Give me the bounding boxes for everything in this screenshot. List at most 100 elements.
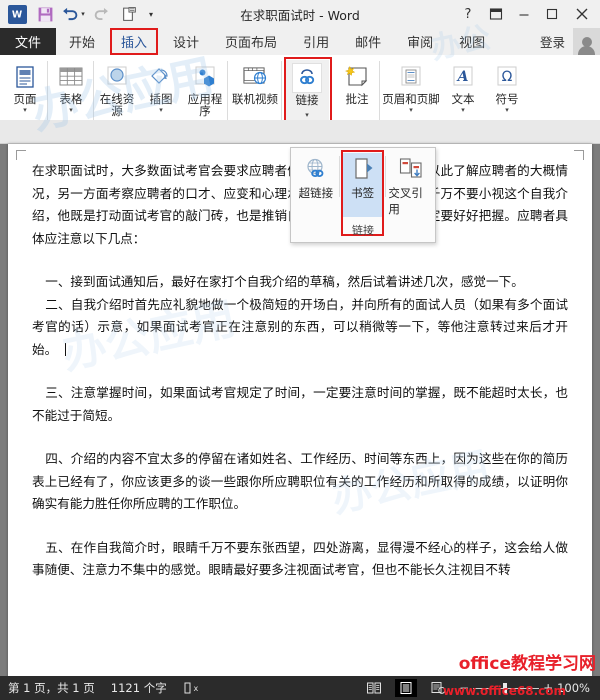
table-label: 表格 xyxy=(59,92,83,106)
cross-reference-label: 交叉引用 xyxy=(388,186,423,216)
chevron-down-icon[interactable]: ▾ xyxy=(159,106,163,114)
online-resource-icon xyxy=(102,62,132,92)
tab-review[interactable]: 审阅 xyxy=(394,28,446,55)
tab-view[interactable]: 视图 xyxy=(446,28,498,55)
view-print-layout[interactable] xyxy=(395,679,418,697)
chevron-down-icon[interactable]: ▾ xyxy=(69,106,73,114)
signin-link[interactable]: 登录 xyxy=(532,32,573,51)
word-app-icon: W xyxy=(4,2,30,26)
bookmark-icon xyxy=(348,155,378,183)
paragraph: 四、介绍的内容不宜太多的停留在诸如姓名、工作经历、时间等东西上，因为这些在你的简… xyxy=(32,451,568,511)
page-corner-top-right xyxy=(574,150,584,160)
dropdown-divider xyxy=(385,156,387,197)
paragraph: 二、自我介绍时首先应礼貌地做一个极简短的开场白，并向所有的面试人员（如果有多个面… xyxy=(32,294,568,362)
svg-text:A: A xyxy=(456,69,469,85)
tab-page-layout[interactable]: 页面布局 xyxy=(212,28,290,55)
symbol-label: 符号 xyxy=(495,92,519,106)
ribbon-tab-row: 文件 开始 插入 设计 页面布局 引用 邮件 审阅 视图 登录 xyxy=(0,28,600,55)
text-label: 文本 xyxy=(451,92,475,106)
header-footer-button[interactable]: 页眉和页脚 ▾ xyxy=(381,60,441,114)
online-video-label: 联机视频 xyxy=(232,92,278,106)
ribbon-display-options-button[interactable] xyxy=(482,1,510,27)
tab-insert[interactable]: 插入 xyxy=(108,28,160,55)
pages-label: 页面 xyxy=(13,92,37,106)
links-dropdown-panel: 超链接 书签 交叉引用 链接 xyxy=(290,147,436,243)
minimize-button[interactable] xyxy=(510,1,538,27)
header-footer-icon xyxy=(396,62,426,92)
comment-button[interactable]: 批注 xyxy=(335,60,379,105)
tab-file[interactable]: 文件 xyxy=(0,28,56,55)
chevron-down-icon[interactable]: ▾ xyxy=(461,106,465,114)
tab-references[interactable]: 引用 xyxy=(290,28,342,55)
window-controls: ? xyxy=(454,1,600,27)
online-resource-label: 在线资源 xyxy=(99,92,135,118)
tab-mailings[interactable]: 邮件 xyxy=(342,28,394,55)
apps-icon xyxy=(190,62,220,92)
chevron-down-icon[interactable]: ▾ xyxy=(305,111,309,119)
online-video-icon xyxy=(240,62,270,92)
page-icon xyxy=(10,62,40,92)
symbol-icon: Ω xyxy=(492,62,522,92)
ruler xyxy=(0,120,600,144)
avatar[interactable] xyxy=(573,28,600,55)
illustration-button[interactable]: 插图 ▾ xyxy=(139,60,183,114)
illustration-icon xyxy=(146,62,176,92)
tab-home[interactable]: 开始 xyxy=(56,28,108,55)
symbol-button[interactable]: Ω 符号 ▾ xyxy=(485,60,529,114)
undo-icon[interactable]: ▾ xyxy=(60,2,86,26)
title-bar: W ▾ ▾ 在求职面试时 - Word ? xyxy=(0,0,600,28)
chevron-down-icon[interactable]: ▾ xyxy=(409,106,413,114)
apps-label: 应用程序 xyxy=(187,92,223,118)
illustration-label: 插图 xyxy=(149,92,173,106)
header-footer-label: 页眉和页脚 xyxy=(382,92,440,106)
view-read-mode[interactable] xyxy=(363,679,385,697)
text-button[interactable]: A 文本 ▾ xyxy=(441,60,485,114)
redo-icon xyxy=(88,2,114,26)
links-label: 链接 xyxy=(295,93,319,107)
svg-text:Ω: Ω xyxy=(502,69,513,85)
cross-reference-icon xyxy=(396,155,426,183)
page-info[interactable]: 第 1 页，共 1 页 xyxy=(8,680,95,696)
table-button[interactable]: 表格 ▾ xyxy=(49,60,93,114)
bookmark-item[interactable]: 书签 xyxy=(340,150,385,236)
online-resource-button[interactable]: 在线资源 ▾ xyxy=(95,60,139,126)
cross-reference-item[interactable]: 交叉引用 xyxy=(388,153,433,217)
save-icon[interactable] xyxy=(32,2,58,26)
comment-label: 批注 xyxy=(345,92,369,106)
text-icon: A xyxy=(448,62,478,92)
text-cursor xyxy=(65,342,67,356)
word-count[interactable]: 1121 个字 xyxy=(111,680,167,696)
chevron-down-icon[interactable]: ▾ xyxy=(23,106,27,114)
tab-design[interactable]: 设计 xyxy=(160,28,212,55)
online-video-button[interactable]: 联机视频 xyxy=(229,60,281,105)
link-icon xyxy=(292,63,322,93)
comment-icon xyxy=(342,62,372,92)
quick-access-toolbar: W ▾ ▾ xyxy=(0,2,158,26)
paragraph: 一、接到面试通知后，最好在家打个自我介绍的草稿，然后试着讲述几次，感觉一下。 xyxy=(45,274,524,289)
paragraph: 三、注意掌握时间，如果面试考官规定了时间，一定要注意时间的掌握，既不能超时太长，… xyxy=(32,385,568,423)
close-button[interactable] xyxy=(566,1,598,27)
chevron-down-icon[interactable]: ▾ xyxy=(144,2,158,26)
chevron-down-icon[interactable]: ▾ xyxy=(505,106,509,114)
dropdown-group-label: 链接 xyxy=(352,224,374,237)
paragraph-text: 二、自我介绍时首先应礼貌地做一个极简短的开场白，并向所有的面试人员（如果有多个面… xyxy=(32,296,568,357)
svg-text:x: x xyxy=(193,684,198,693)
maximize-button[interactable] xyxy=(538,1,566,27)
hyperlink-icon xyxy=(301,155,331,183)
table-icon xyxy=(56,62,86,92)
page-corner-top-left xyxy=(16,150,26,160)
help-button[interactable]: ? xyxy=(454,1,482,27)
dropdown-divider xyxy=(338,156,340,197)
watermark-brand: office教程学习网 xyxy=(458,654,596,674)
pages-button[interactable]: 页面 ▾ xyxy=(3,60,47,114)
apps-button[interactable]: 应用程序 ▾ xyxy=(183,60,227,126)
proofing-icon[interactable]: x xyxy=(183,681,198,695)
touch-mode-icon[interactable] xyxy=(116,2,142,26)
hyperlink-item[interactable]: 超链接 xyxy=(295,153,337,217)
hyperlink-label: 超链接 xyxy=(298,186,334,200)
dropdown-items: 超链接 书签 交叉引用 xyxy=(291,148,435,236)
watermark-url: www.office68.com xyxy=(442,684,566,698)
